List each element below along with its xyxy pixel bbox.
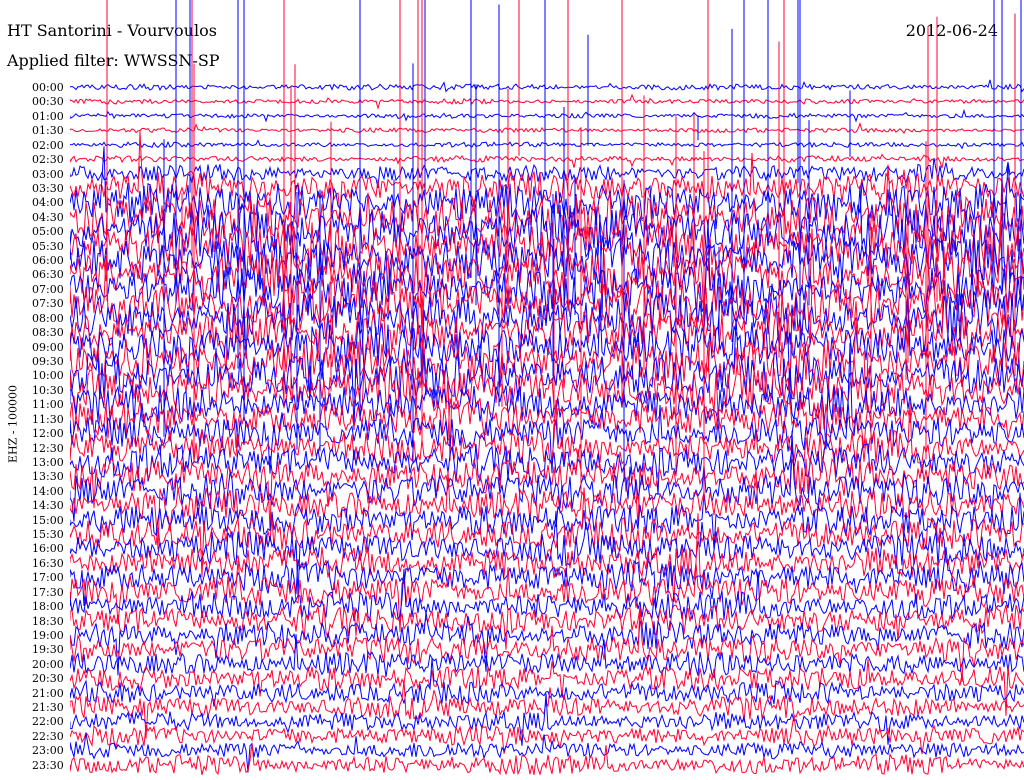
time-tick-label: 11:00 [32, 398, 64, 412]
time-tick-label: 07:30 [32, 297, 64, 311]
time-tick-label: 01:30 [32, 124, 64, 138]
time-tick-label: 09:00 [32, 340, 64, 354]
time-tick-label: 07:00 [32, 282, 64, 296]
trace-row [70, 79, 1024, 93]
time-tick-label: 01:00 [32, 109, 64, 123]
time-tick-label: 05:30 [32, 239, 64, 253]
time-tick-label: 17:30 [32, 585, 64, 599]
time-tick-label: 00:00 [32, 81, 64, 94]
trace-row [70, 153, 1024, 169]
time-tick-label: 21:30 [32, 701, 64, 715]
time-tick-label: 10:30 [32, 383, 64, 397]
time-tick-label: 19:00 [32, 628, 64, 642]
time-tick-label: 02:30 [32, 153, 64, 167]
trace-row [70, 122, 1024, 135]
time-tick-label: 03:00 [32, 167, 64, 181]
time-tick-label: 22:30 [32, 729, 64, 743]
time-tick-label: 10:00 [32, 369, 64, 383]
time-tick-label: 20:00 [32, 657, 64, 671]
time-tick-label: 20:30 [32, 672, 64, 686]
time-tick-label: 23:00 [32, 744, 64, 758]
time-tick-label: 15:30 [32, 528, 64, 542]
time-tick-label: 06:30 [32, 268, 64, 282]
time-tick-label: 15:00 [32, 513, 64, 527]
time-tick-label: 16:30 [32, 556, 64, 570]
time-tick-label: 21:00 [32, 686, 64, 700]
time-tick-label: 18:00 [32, 600, 64, 614]
time-tick-label: 17:00 [32, 571, 64, 585]
time-tick-label: 16:00 [32, 542, 64, 556]
trace-row [70, 634, 1024, 679]
time-tick-label: 19:30 [32, 643, 64, 657]
trace-row [70, 157, 1024, 189]
time-tick-label: 02:00 [32, 138, 64, 152]
trace-row [70, 93, 1024, 111]
time-tick-label: 22:00 [32, 715, 64, 729]
seismogram-plot [70, 0, 1024, 776]
trace-row [70, 139, 1024, 150]
time-tick-label: 12:00 [32, 427, 64, 441]
time-tick-label: 14:30 [32, 499, 64, 513]
trace-row [70, 108, 1024, 123]
time-tick-label: 04:30 [32, 210, 64, 224]
time-tick-label: 09:30 [32, 354, 64, 368]
time-tick-label: 00:30 [32, 95, 64, 109]
time-tick-label: 05:00 [32, 225, 64, 239]
time-tick-label: 18:30 [32, 614, 64, 628]
time-tick-label: 03:30 [32, 181, 64, 195]
time-tick-label: 23:30 [32, 758, 64, 772]
time-tick-label: 13:00 [32, 455, 64, 469]
time-tick-label: 12:30 [32, 441, 64, 455]
time-tick-label: 14:00 [32, 484, 64, 498]
time-tick-label: 06:00 [32, 254, 64, 268]
time-tick-label: 04:00 [32, 196, 64, 210]
time-tick-label: 08:00 [32, 311, 64, 325]
time-tick-label: 13:30 [32, 470, 64, 484]
time-tick-label: 08:30 [32, 326, 64, 340]
time-axis: 00:00 00:30 01:00 01:30 02:00 02:30 03:00 03:30… [0, 0, 68, 780]
time-tick-label: 11:30 [32, 412, 64, 426]
